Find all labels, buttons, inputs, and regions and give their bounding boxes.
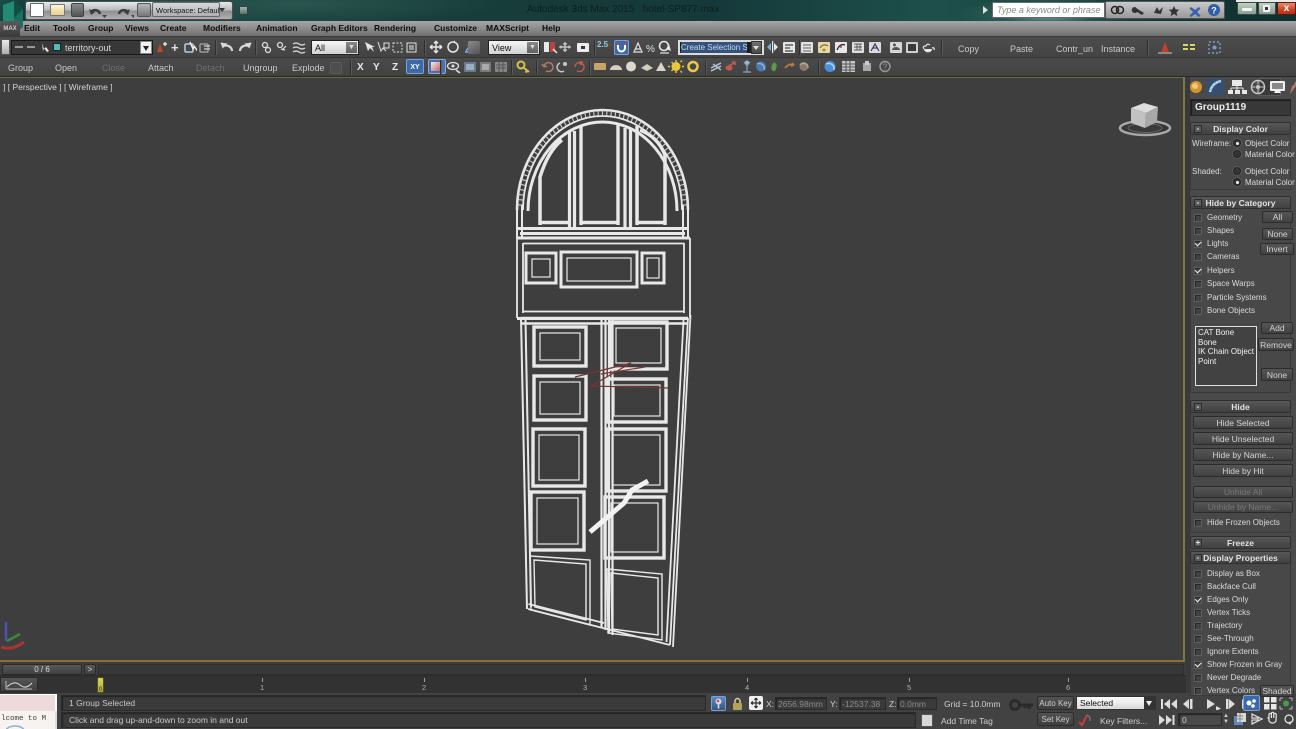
svg-text:%: % [646,44,655,54]
svg-text:?: ? [1211,6,1217,16]
svg-text:?: ? [883,63,888,72]
